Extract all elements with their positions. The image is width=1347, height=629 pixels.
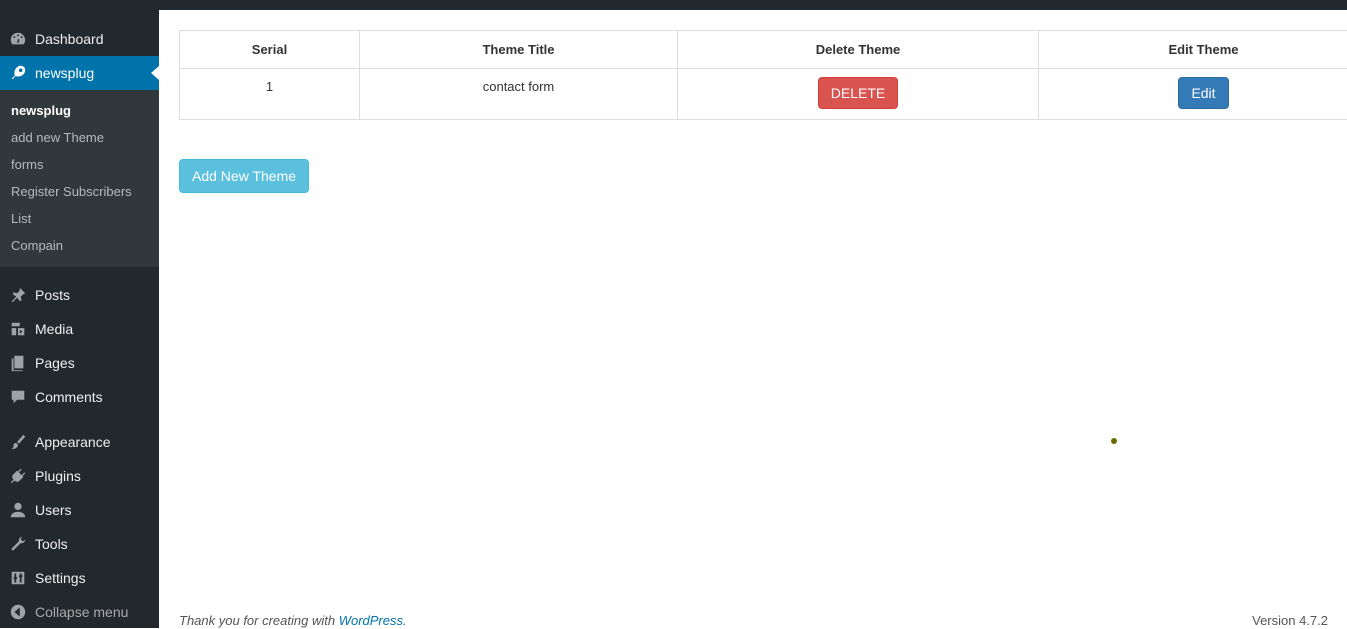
comment-icon (0, 388, 35, 406)
pin-icon (0, 286, 35, 304)
themes-table: Serial Theme Title Delete Theme Edit The… (179, 30, 1347, 120)
menu-label: Media (35, 321, 73, 337)
pages-icon (0, 354, 35, 372)
dashboard-icon (0, 30, 35, 48)
menu-item-plugins[interactable]: Plugins (0, 459, 159, 493)
column-header-delete-theme: Delete Theme (678, 31, 1039, 69)
footer-thank-you: Thank you for creating with (179, 613, 339, 628)
menu-label: Plugins (35, 468, 81, 484)
cell-edit: Edit (1039, 69, 1347, 120)
menu-label: Dashboard (35, 31, 104, 47)
menu-label: Comments (35, 389, 103, 405)
menu-item-users[interactable]: Users (0, 493, 159, 527)
user-icon (0, 501, 35, 519)
menu-item-newsplug[interactable]: newsplug (0, 56, 159, 90)
admin-bar (0, 0, 1347, 10)
column-header-theme-title: Theme Title (360, 31, 678, 69)
submenu-item-add-new-theme[interactable]: add new Theme (11, 130, 104, 145)
menu-item-settings[interactable]: Settings (0, 561, 159, 595)
brush-icon (0, 433, 35, 451)
decorative-dot (1111, 438, 1117, 444)
active-indicator (151, 66, 159, 80)
footer-period: . (403, 613, 407, 628)
footer-version: Version 4.7.2 (1252, 613, 1328, 628)
menu-label: Settings (35, 570, 86, 586)
submenu-item-forms[interactable]: forms (11, 157, 44, 172)
collapse-label: Collapse menu (35, 604, 128, 620)
table-row: 1 contact form DELETE Edit (180, 69, 1347, 120)
table-header-row: Serial Theme Title Delete Theme Edit The… (180, 31, 1347, 69)
footer-credit: Thank you for creating with WordPress. (179, 613, 407, 628)
submenu-item-list[interactable]: List (11, 211, 31, 226)
collapse-arrow-icon (0, 603, 35, 621)
cell-serial: 1 (180, 69, 360, 120)
menu-item-posts[interactable]: Posts (0, 278, 159, 312)
column-header-serial: Serial (180, 31, 360, 69)
menu-label: Pages (35, 355, 75, 371)
edit-theme-button[interactable]: Edit (1178, 77, 1228, 109)
media-icon (0, 320, 35, 338)
main-content: Serial Theme Title Delete Theme Edit The… (159, 10, 1347, 628)
plug-icon (0, 467, 35, 485)
wrench-icon (0, 535, 35, 553)
submenu-item-newsplug[interactable]: newsplug (11, 103, 71, 118)
delete-theme-button[interactable]: DELETE (818, 77, 898, 109)
plugin-leaf-icon (0, 64, 35, 82)
menu-label: Posts (35, 287, 70, 303)
submenu-item-compain[interactable]: Compain (11, 238, 63, 253)
menu-item-dashboard[interactable]: Dashboard (0, 22, 159, 56)
newsplug-submenu: newsplug add new Theme forms Register Su… (0, 90, 159, 267)
cell-delete: DELETE (678, 69, 1039, 120)
admin-sidebar: Dashboard newsplug newsplug add new Them… (0, 10, 159, 628)
menu-item-pages[interactable]: Pages (0, 346, 159, 380)
menu-item-tools[interactable]: Tools (0, 527, 159, 561)
collapse-menu-button[interactable]: Collapse menu (0, 595, 159, 629)
wordpress-link[interactable]: WordPress (339, 613, 403, 628)
menu-label: newsplug (35, 65, 94, 81)
add-new-theme-button[interactable]: Add New Theme (179, 159, 309, 193)
column-header-edit-theme: Edit Theme (1039, 31, 1347, 69)
menu-item-media[interactable]: Media (0, 312, 159, 346)
menu-item-comments[interactable]: Comments (0, 380, 159, 414)
menu-label: Tools (35, 536, 68, 552)
cell-theme-title: contact form (360, 69, 678, 120)
settings-sliders-icon (0, 569, 35, 587)
menu-item-appearance[interactable]: Appearance (0, 425, 159, 459)
submenu-item-register-subscribers[interactable]: Register Subscribers (11, 184, 132, 199)
menu-label: Appearance (35, 434, 111, 450)
menu-label: Users (35, 502, 72, 518)
